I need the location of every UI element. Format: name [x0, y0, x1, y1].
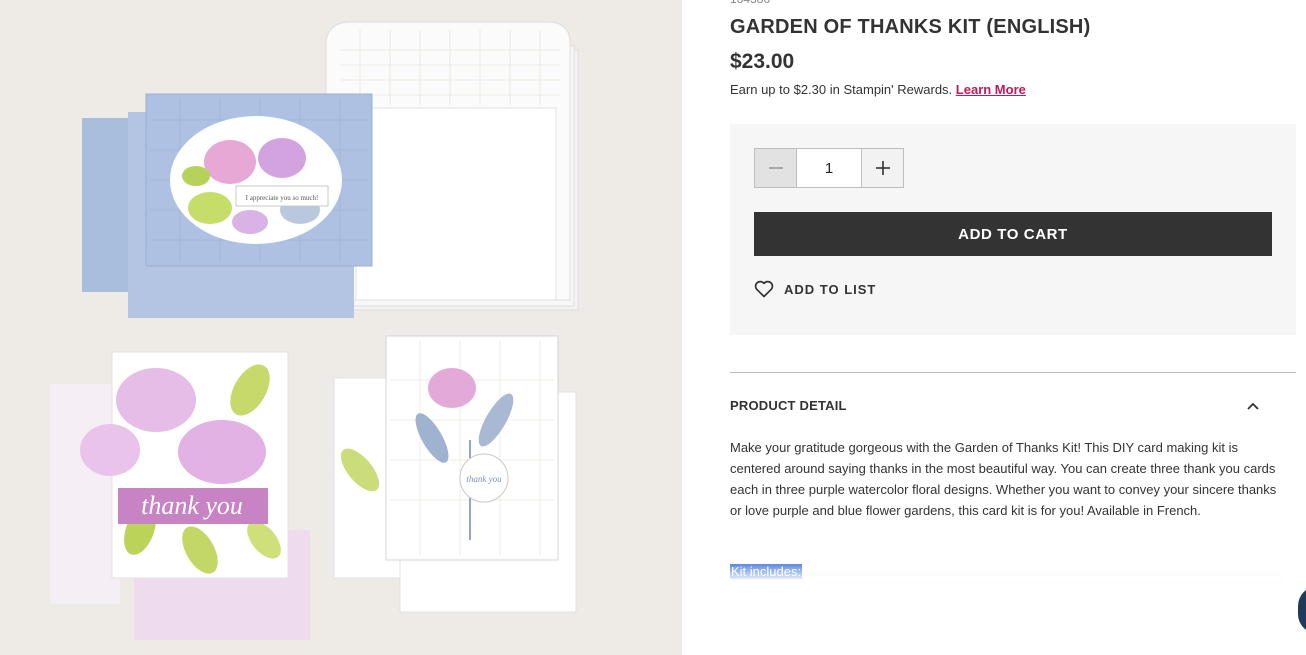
add-to-list-label: ADD TO LIST [784, 281, 877, 297]
chat-widget-button[interactable] [1298, 586, 1306, 634]
white-cards: thank you [333, 335, 577, 613]
rewards-line: Earn up to $2.30 in Stampin' Rewards. Le… [730, 82, 1026, 97]
product-photo: I appreciate you so much! thank you than… [50, 21, 579, 640]
product-detail-title: PRODUCT DETAIL [730, 398, 847, 413]
product-sku: 164386 [730, 0, 770, 6]
decrease-quantity-button[interactable] [755, 149, 797, 187]
floral-cards: thank you [50, 351, 310, 640]
add-to-cart-button[interactable]: ADD TO CART [754, 212, 1272, 256]
product-image[interactable]: I appreciate you so much! thank you than… [0, 0, 682, 655]
product-title: GARDEN OF THANKS KIT (ENGLISH) [730, 16, 1091, 38]
read-more-fade [740, 576, 1280, 582]
rewards-text: Earn up to $2.30 in Stampin' Rewards. [730, 82, 953, 97]
quantity-stepper: 1 [754, 148, 904, 188]
product-price: $23.00 [730, 50, 795, 73]
product-detail-header[interactable]: PRODUCT DETAIL [730, 398, 1296, 413]
section-divider [730, 372, 1296, 373]
circle-sentiment: thank you [466, 474, 502, 484]
add-to-list-button[interactable]: ADD TO LIST [754, 280, 876, 298]
minus-icon [768, 167, 783, 169]
learn-more-link[interactable]: Learn More [956, 82, 1026, 97]
kit-includes-heading: Kit includes: [730, 564, 803, 579]
product-description: Make your gratitude gorgeous with the Ga… [730, 440, 1277, 518]
increase-quantity-button[interactable] [861, 149, 903, 187]
banner-text: thank you [141, 491, 243, 520]
plus-icon [875, 161, 890, 175]
blue-cards: I appreciate you so much! [82, 93, 373, 318]
card-sentiment: I appreciate you so much! [246, 194, 319, 202]
buy-box: 1 ADD TO CART ADD TO LIST [730, 124, 1296, 335]
heart-icon [754, 280, 774, 298]
chevron-up-icon[interactable] [1246, 401, 1260, 411]
quantity-input[interactable]: 1 [797, 149, 861, 187]
